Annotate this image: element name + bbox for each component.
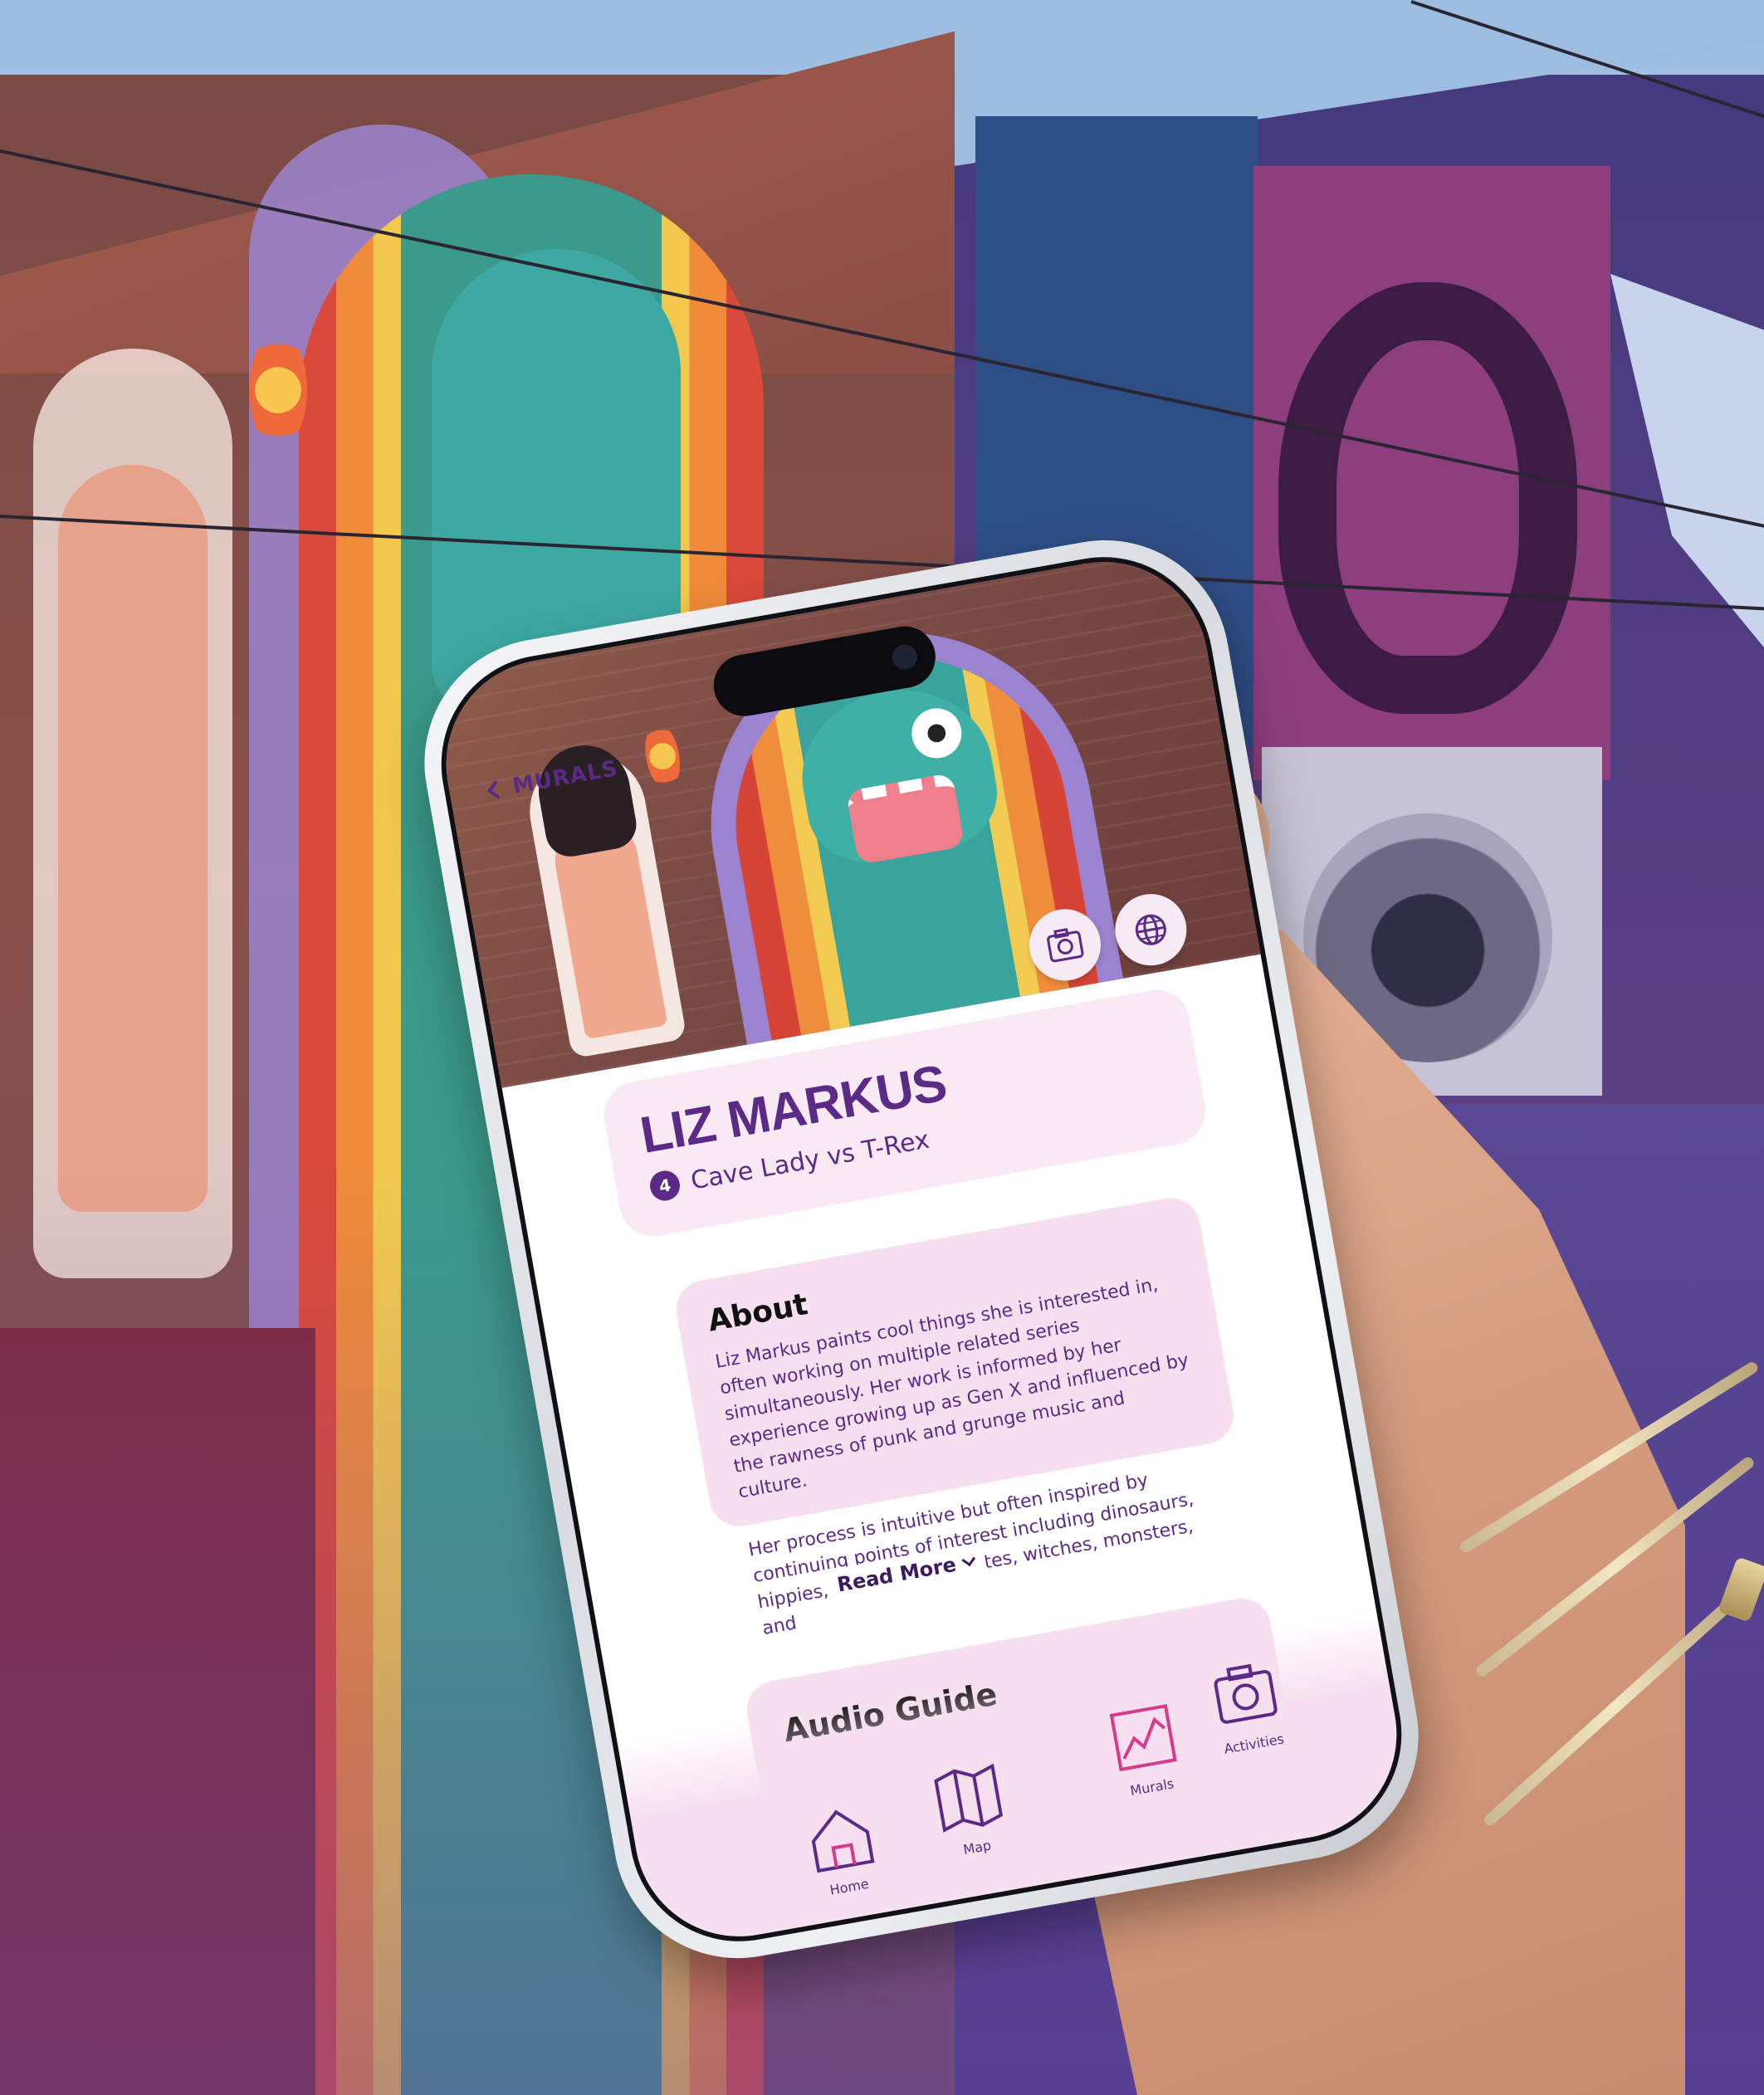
murals-icon — [1109, 1703, 1177, 1772]
map-icon — [934, 1763, 1004, 1833]
tab-map[interactable]: Map — [909, 1752, 1032, 1865]
tab-murals[interactable]: Murals — [1083, 1692, 1206, 1804]
mural-letter — [1278, 282, 1577, 714]
tab-activities[interactable]: Activities — [1185, 1648, 1308, 1761]
activities-icon — [1214, 1663, 1278, 1724]
camera-icon — [1047, 928, 1084, 963]
mural-torch — [249, 332, 307, 448]
home-icon — [811, 1809, 875, 1873]
mural-number-badge: 4 — [647, 1168, 682, 1204]
mural-cave-lady — [58, 465, 208, 1212]
chevron-down-icon — [961, 1552, 976, 1567]
front-camera — [890, 642, 920, 672]
tab-home[interactable]: Home — [781, 1791, 904, 1904]
globe-icon — [1135, 914, 1166, 945]
